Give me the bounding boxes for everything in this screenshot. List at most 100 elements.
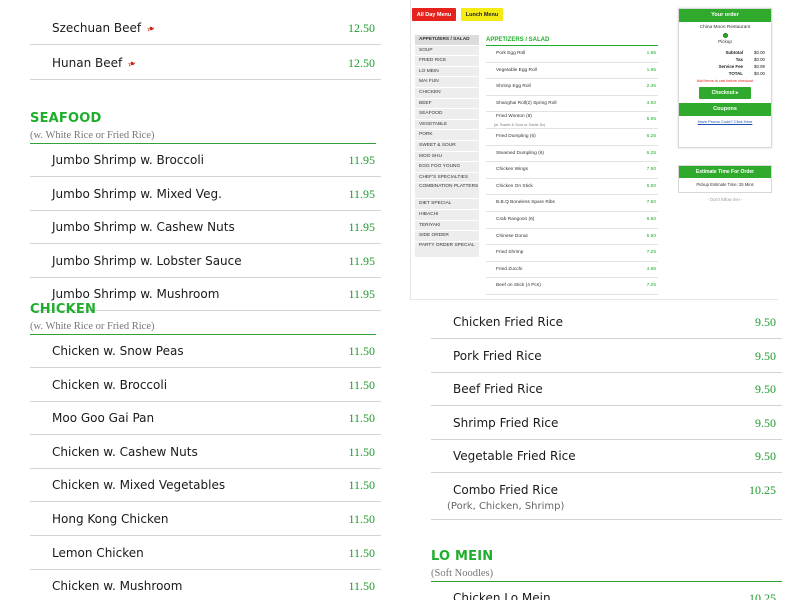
category-item[interactable]: CHICKEN (415, 87, 479, 99)
appetizer-item[interactable]: Chinese Donut 5.50 (486, 229, 658, 246)
category-item[interactable]: TERIYAKI (415, 220, 479, 232)
tab-all-day-menu[interactable]: All Day Menu (412, 8, 456, 21)
promo-code-link[interactable]: Have Promo Code? Click Here (679, 119, 771, 124)
menu-item-price: 12.50 (348, 21, 375, 35)
category-item[interactable]: MOO SHU (415, 151, 479, 163)
menu-item[interactable]: Vegetable Fried Rice 9.50 (431, 440, 782, 474)
appetizer-name: Vegetable Egg Roll (496, 67, 537, 73)
menu-item[interactable]: Chicken Fried Rice 9.50 (431, 306, 782, 339)
category-item[interactable]: LO MEIN (415, 66, 479, 78)
appetizer-item[interactable]: Fried Zucchi 4.95 (486, 262, 658, 279)
appetizer-item[interactable]: Fried Dumpling (6) 6.25 (486, 129, 658, 146)
menu-item[interactable]: Chicken w. Cashew Nuts 11.50 (30, 436, 381, 469)
menu-item-name: Lemon Chicken (52, 545, 144, 560)
menu-item[interactable]: Combo Fried Rice 10.25 (Pork, Chicken, Shr… (431, 474, 782, 520)
appetizer-item[interactable]: Beef on Stick (4 Pcs) 7.25 (486, 278, 658, 295)
appetizer-name: Shrimp Egg Roll (496, 84, 531, 90)
appetizer-name: Pork Egg Roll (496, 51, 526, 56)
appetizer-item[interactable]: Chicken On Stick 6.50 (486, 179, 658, 196)
category-item[interactable]: SEAFOOD (415, 109, 479, 120)
menu-item[interactable]: Jumbo Shrimp w. Broccoli 11.95 (30, 144, 381, 177)
pickup-radio[interactable] (722, 33, 728, 38)
estimate-panel: Estimate Time For Order Pickup Estimate … (678, 165, 772, 193)
appetizer-item[interactable]: Pork Egg Roll 1.95 (486, 46, 658, 63)
menu-item-name: Jumbo Shrimp w. Mushroom (52, 287, 220, 302)
category-item[interactable]: VEGETABLE (415, 119, 479, 131)
menu-item[interactable]: Shrimp Fried Rice 9.50 (431, 407, 782, 440)
appetizer-item[interactable]: Shanghai Roll(2) Spring Roll 3.50 (486, 96, 658, 113)
menu-item[interactable]: Beef Fried Rice 9.50 (431, 373, 782, 407)
category-item[interactable]: SIDE ORDER (415, 231, 479, 242)
menu-item-price: 9.50 (755, 315, 776, 329)
menu-item[interactable]: Chicken w. Mushroom 11.50 (30, 570, 381, 600)
menu-item-name: Chicken w. Cashew Nuts (52, 444, 198, 459)
appetizer-item[interactable]: Fried Wonton (8) 5.95 (w. Sweet & Sour or … (486, 112, 658, 129)
category-item[interactable]: SWEET & SOUR (415, 140, 479, 152)
menu-item-name: Beef Fried Rice (453, 382, 543, 397)
menu-item[interactable]: Jumbo Shrimp w. Mixed Veg. 11.95 (30, 178, 381, 211)
menu-item-price: 9.50 (755, 382, 776, 397)
menu-item[interactable]: Hong Kong Chicken 11.50 (30, 503, 381, 536)
menu-item-price: 11.50 (348, 545, 375, 560)
appetizer-price: 7.25 (646, 250, 656, 256)
appetizer-price: 7.50 (646, 200, 656, 206)
category-item[interactable]: CHEF'S SPECIALTIES (415, 172, 479, 184)
category-item[interactable]: EGG FOO YOUNG (415, 162, 479, 173)
menu-item[interactable]: Jumbo Shrimp w. Lobster Sauce 11.95 (30, 245, 381, 278)
checkout-button[interactable]: Checkout ▸ (699, 87, 751, 99)
appetizer-name: Chinese Donut (496, 233, 528, 239)
coupons-header: Coupons (679, 103, 771, 116)
appetizer-price: 1.95 (646, 51, 656, 56)
category-item[interactable]: PORK (415, 130, 479, 141)
category-item[interactable]: SOUP (415, 45, 479, 57)
category-item[interactable]: COMBINATION PLATTERS (415, 183, 479, 200)
category-item[interactable]: PARTY ORDER SPECIAL (415, 241, 479, 258)
menu-item-price: 9.50 (755, 449, 776, 464)
menu-item-name: Chicken w. Snow Peas (52, 344, 184, 358)
appetizer-name: Fried Shrimp (496, 250, 524, 256)
category-item[interactable]: DIET SPECIAL (415, 199, 479, 210)
appetizer-price: 6.50 (646, 183, 656, 189)
appetizer-name: Chicken Wings (496, 167, 528, 173)
total-row: Tax $0.00 (735, 57, 765, 62)
category-item[interactable]: BEEF (415, 98, 479, 110)
menu-item-name: Chicken Lo Mein (453, 591, 551, 600)
category-item[interactable]: MAI FUN (415, 77, 479, 88)
menu-item[interactable]: Chicken w. Mixed Vegetables 11.50 (30, 469, 381, 503)
menu-item[interactable]: Lemon Chicken 11.50 (30, 537, 381, 570)
menu-item[interactable]: Chicken w. Broccoli 11.50 (30, 369, 381, 402)
category-item[interactable]: APPETIZERS / SALAD (415, 35, 479, 46)
appetizer-item[interactable]: Steamed Dumpling (6) 6.25 (486, 146, 658, 163)
appetizer-item[interactable]: B.B.Q Boneless Spare Ribs 7.50 (486, 195, 658, 212)
menu-item-price: 11.50 (348, 512, 375, 526)
section-title-seafood: SEAFOOD (30, 111, 102, 126)
appetizer-price: 6.25 (646, 150, 656, 156)
menu-item-name: Moo Goo Gai Pan (52, 411, 155, 426)
appetizer-item[interactable]: Fried Shrimp 7.25 (486, 245, 658, 262)
appetizer-price: 7.50 (646, 167, 656, 173)
appetizer-price: 5.95 (646, 117, 656, 123)
menu-item[interactable]: Chicken Lo Mein 10.25 (431, 582, 782, 600)
menu-item[interactable]: Szechuan Beef ❧ 12.50 (30, 12, 381, 45)
category-item[interactable]: HIBACHI (415, 209, 479, 221)
menu-item[interactable]: Jumbo Shrimp w. Cashew Nuts 11.95 (30, 211, 381, 245)
menu-item[interactable]: Moo Goo Gai Pan 11.50 (30, 402, 381, 436)
appetizer-item[interactable]: Vegetable Egg Roll 1.95 (486, 63, 658, 80)
menu-item[interactable]: Hunan Beef ❧ 12.50 (30, 47, 381, 80)
appetizer-price: 6.25 (646, 134, 656, 139)
menu-item[interactable]: Chicken w. Snow Peas 11.50 (30, 335, 381, 368)
category-item[interactable]: FRIED RICE (415, 56, 479, 67)
section-title-chicken: CHICKEN (30, 302, 97, 317)
menu-item[interactable]: Pork Fried Rice 9.50 (431, 340, 782, 373)
appetizer-item[interactable]: Chicken Wings 7.50 (486, 162, 658, 179)
menu-item-name: Jumbo Shrimp w. Cashew Nuts (52, 220, 235, 235)
appetizer-price: 5.50 (646, 233, 656, 239)
tab-lunch-menu[interactable]: Lunch Menu (461, 8, 503, 21)
total-row: TOTAL $0.00 (728, 71, 765, 76)
menu-item-name: Hong Kong Chicken (52, 512, 169, 526)
menu-item-price: 10.25 (749, 591, 776, 600)
appetizer-item[interactable]: Shrimp Egg Roll 2.35 (486, 79, 658, 96)
appetizer-name: Shanghai Roll(2) Spring Roll (496, 100, 557, 106)
appetizer-item[interactable]: Crab Rangoon (6) 6.50 (486, 212, 658, 229)
appetizer-description: (w. Sweet & Sour or Garlic Sc) (494, 123, 546, 128)
